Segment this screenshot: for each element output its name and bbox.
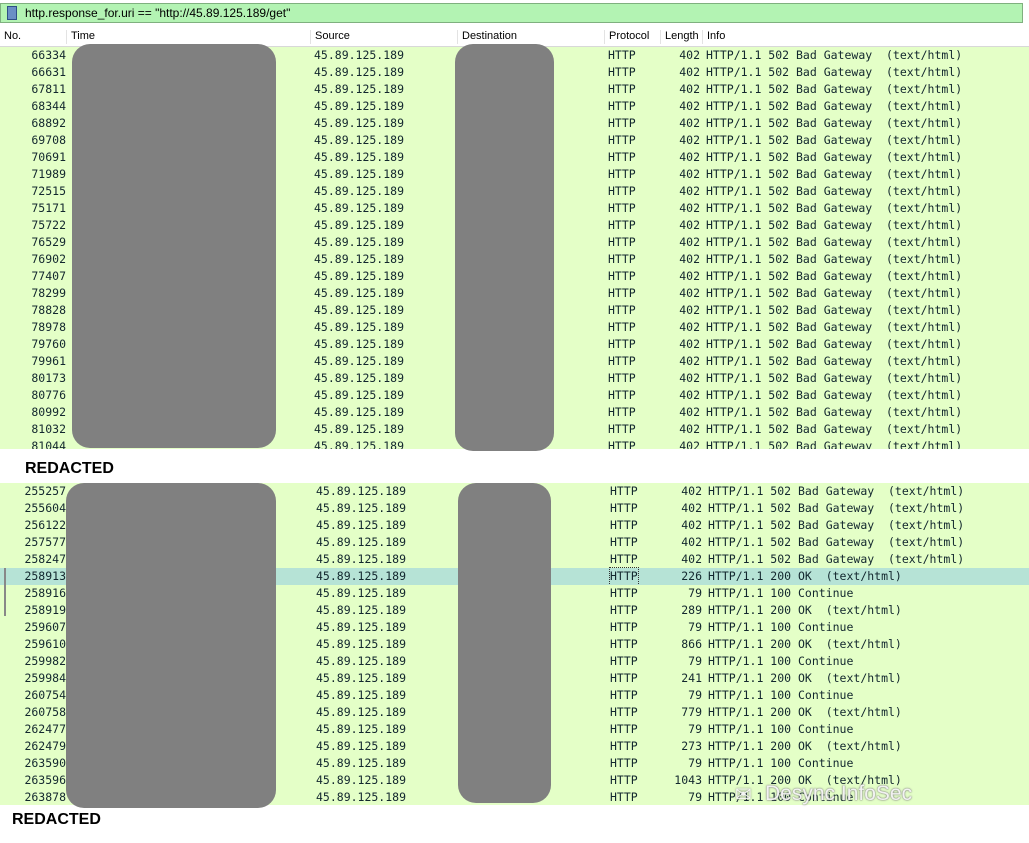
packet-info: HTTP/1.1 502 Bad Gateway (text/html) [706,65,963,79]
packet-info: HTTP/1.1 502 Bad Gateway (text/html) [706,320,963,334]
packet-info: HTTP/1.1 200 OK (text/html) [708,569,902,583]
column-header-protocol[interactable]: Protocol [604,30,660,44]
column-header-source[interactable]: Source [310,30,457,44]
packet-info: HTTP/1.1 502 Bad Gateway (text/html) [708,518,965,532]
packet-info: HTTP/1.1 502 Bad Gateway (text/html) [706,439,963,449]
packet-info: HTTP/1.1 502 Bad Gateway (text/html) [706,354,963,368]
packet-info: HTTP/1.1 502 Bad Gateway (text/html) [706,218,963,232]
packet-info: HTTP/1.1 100 Continue [708,756,854,770]
redaction-block-destination-2 [458,483,551,803]
redaction-block-destination-1 [455,44,554,451]
packet-info: HTTP/1.1 502 Bad Gateway (text/html) [706,371,963,385]
packet-info: HTTP/1.1 502 Bad Gateway (text/html) [706,252,963,266]
packet-info: HTTP/1.1 502 Bad Gateway (text/html) [706,286,963,300]
packet-info: HTTP/1.1 100 Continue [708,722,854,736]
packet-info: HTTP/1.1 100 Continue [708,654,854,668]
packet-info: HTTP/1.1 200 OK (text/html) [708,705,902,719]
column-header-no[interactable]: No. [0,30,66,44]
packet-info: HTTP/1.1 502 Bad Gateway (text/html) [706,405,963,419]
packet-info: HTTP/1.1 502 Bad Gateway (text/html) [706,133,963,147]
packet-info: HTTP/1.1 100 Continue [708,688,854,702]
packet-info: HTTP/1.1 502 Bad Gateway (text/html) [706,388,963,402]
packet-info: HTTP/1.1 502 Bad Gateway (text/html) [706,82,963,96]
packet-info: HTTP/1.1 502 Bad Gateway (text/html) [708,552,965,566]
packet-info: HTTP/1.1 502 Bad Gateway (text/html) [706,99,963,113]
bookmark-icon[interactable] [7,6,17,20]
packet-info: HTTP/1.1 502 Bad Gateway (text/html) [706,201,963,215]
packet-relation-marker [4,568,6,616]
packet-info: HTTP/1.1 100 Continue [708,620,854,634]
display-filter-input[interactable]: http.response_for.uri == "http://45.89.1… [25,6,290,20]
packet-info: HTTP/1.1 200 OK (text/html) [708,603,902,617]
packet-info: HTTP/1.1 502 Bad Gateway (text/html) [706,269,963,283]
packet-info: HTTP/1.1 200 OK (text/html) [708,739,902,753]
watermark-text: Desync InfoSec [765,782,913,805]
packet-info: HTTP/1.1 502 Bad Gateway (text/html) [706,235,963,249]
redacted-label-1: REDACTED [25,460,114,477]
packet-info: HTTP/1.1 502 Bad Gateway (text/html) [708,535,965,549]
column-header-time[interactable]: Time [66,30,310,44]
column-header-length[interactable]: Length [660,30,702,44]
packet-info: HTTP/1.1 502 Bad Gateway (text/html) [706,48,963,62]
packet-info: HTTP/1.1 502 Bad Gateway (text/html) [706,116,963,130]
packet-info: HTTP/1.1 502 Bad Gateway (text/html) [706,303,963,317]
packet-info: HTTP/1.1 502 Bad Gateway (text/html) [708,501,965,515]
packet-info: HTTP/1.1 502 Bad Gateway (text/html) [706,337,963,351]
redaction-block-time-1 [72,44,276,448]
wechat-icon: ✉ [735,784,752,806]
redaction-block-time-2 [66,483,276,808]
column-header-destination[interactable]: Destination [457,30,604,44]
packet-info: HTTP/1.1 200 OK (text/html) [708,637,902,651]
watermark: ✉ Desync InfoSec [735,782,913,806]
redacted-label-2: REDACTED [12,811,101,828]
packet-info: HTTP/1.1 100 Continue [708,586,854,600]
packet-info: HTTP/1.1 502 Bad Gateway (text/html) [706,167,963,181]
packet-info: HTTP/1.1 502 Bad Gateway (text/html) [706,150,963,164]
packet-info: HTTP/1.1 502 Bad Gateway (text/html) [706,422,963,436]
packet-info: HTTP/1.1 502 Bad Gateway (text/html) [706,184,963,198]
column-header-info[interactable]: Info [702,30,1029,44]
display-filter-bar[interactable]: http.response_for.uri == "http://45.89.1… [0,3,1023,23]
packet-info: HTTP/1.1 502 Bad Gateway (text/html) [708,484,965,498]
packet-info: HTTP/1.1 200 OK (text/html) [708,671,902,685]
